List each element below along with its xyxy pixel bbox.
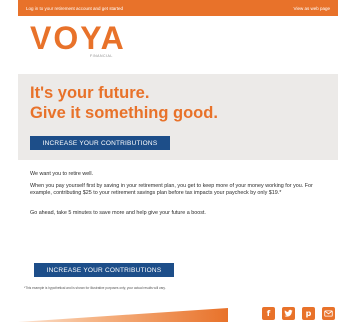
- logo-tagline: FINANCIAL: [90, 54, 113, 58]
- body-paragraph: When you pay yourself first by saving in…: [30, 183, 313, 197]
- twitter-bird: [284, 309, 293, 317]
- increase-contributions-button[interactable]: INCREASE YOUR CONTRIBUTIONS: [30, 136, 170, 150]
- logo-wordmark: VOYA: [30, 20, 126, 56]
- footer: f p: [18, 304, 338, 324]
- email-icon[interactable]: [322, 307, 335, 320]
- increase-contributions-button-secondary[interactable]: INCREASE YOUR CONTRIBUTIONS: [34, 263, 174, 277]
- top-bar: Log in to your retirement account and ge…: [18, 0, 338, 16]
- hero-subtitle: Give it something good.: [30, 104, 218, 122]
- pinterest-glyph: p: [305, 309, 312, 318]
- footnote: *This example is hypothetical and is sho…: [24, 286, 166, 290]
- envelope-shape: [324, 310, 333, 317]
- voya-logo: VOYA FINANCIAL: [30, 22, 150, 66]
- footer-stripe: [18, 308, 228, 322]
- greeting-text: We want you to retire well.: [30, 171, 94, 177]
- body-paragraph: Go ahead, take 5 minutes to save more an…: [30, 210, 206, 216]
- pinterest-icon[interactable]: p: [302, 307, 315, 320]
- view-web-link[interactable]: View as web page: [294, 6, 330, 11]
- hero-banner: It's your future. Give it something good…: [18, 74, 338, 160]
- hero-title: It's your future.: [30, 84, 150, 102]
- login-link[interactable]: Log in to your retirement account and ge…: [26, 6, 123, 11]
- twitter-icon[interactable]: [282, 307, 295, 320]
- facebook-icon[interactable]: f: [262, 307, 275, 320]
- facebook-glyph: f: [266, 309, 271, 318]
